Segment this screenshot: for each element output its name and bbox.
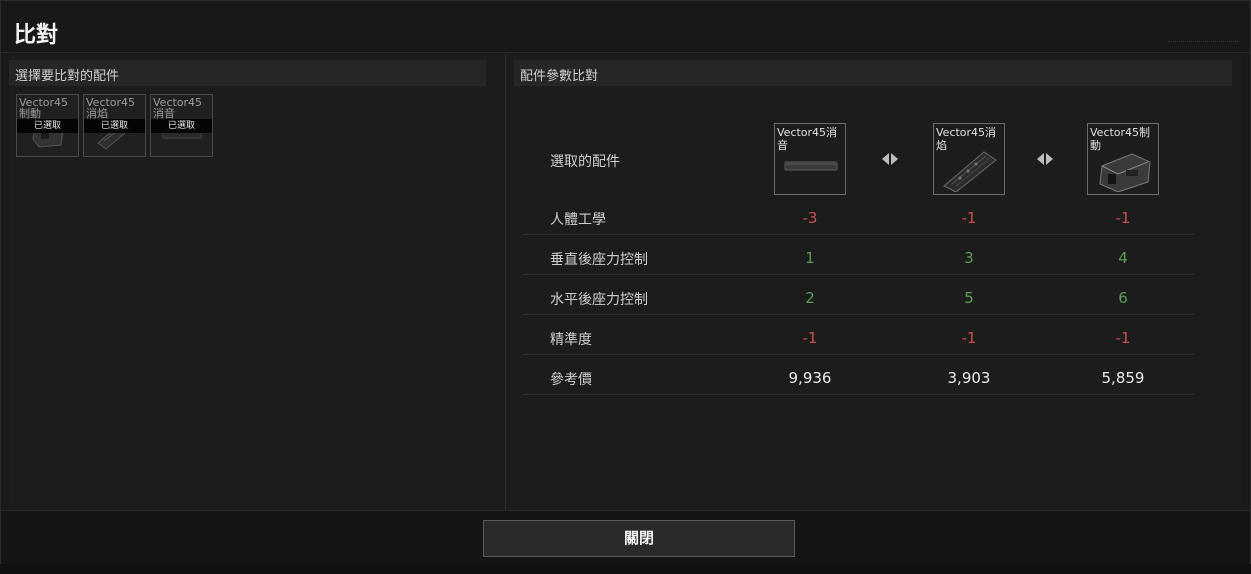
stat-label-ergonomics: 人體工學 xyxy=(550,212,606,228)
title-decoration xyxy=(1168,41,1238,45)
compare-card-flash-hider: Vector45消焰 xyxy=(933,123,1005,195)
dialog-footer: 關閉 xyxy=(1,510,1250,565)
stat-value: 4 xyxy=(1118,249,1128,267)
row-divider xyxy=(522,394,1194,395)
dialog-title: 比對 xyxy=(14,23,59,48)
stat-value: 5 xyxy=(964,289,974,307)
price-value: 3,903 xyxy=(947,369,991,387)
swap-arrows-icon xyxy=(882,153,898,165)
stat-value: 1 xyxy=(805,249,815,267)
attachment-select-panel: 選擇要比對的配件 Vector45制動 已選取 Vector45消焰 已選取 V… xyxy=(9,54,506,510)
stat-value: 6 xyxy=(1118,289,1128,307)
attachment-slot-suppressor[interactable]: Vector45消音 已選取 xyxy=(150,94,213,157)
price-value: 5,859 xyxy=(1101,369,1145,387)
stat-label-accuracy: 精準度 xyxy=(550,332,592,348)
compare-dialog: 比對 選擇要比對的配件 Vector45制動 已選取 Vector45消焰 已選… xyxy=(0,0,1251,574)
slot-name: Vector45制動 xyxy=(19,97,69,119)
selected-badge: 已選取 xyxy=(17,119,78,133)
compare-card-suppressor: Vector45消音 xyxy=(774,123,846,195)
attachment-slot-compensator[interactable]: Vector45制動 已選取 xyxy=(16,94,79,157)
slot-name: Vector45消音 xyxy=(153,97,203,119)
title-bar: 比對 xyxy=(1,1,1250,53)
stat-value: -3 xyxy=(802,209,818,227)
price-value: 9,936 xyxy=(788,369,832,387)
row-divider xyxy=(522,354,1194,355)
stat-value: -1 xyxy=(961,209,977,227)
flash-hider-icon xyxy=(943,151,997,192)
compensator-icon xyxy=(1099,153,1151,192)
swap-arrows-icon xyxy=(1037,153,1053,165)
suppressor-icon xyxy=(784,161,838,171)
row-divider xyxy=(522,314,1194,315)
stat-value: 2 xyxy=(805,289,815,307)
attachment-slot-flash-hider[interactable]: Vector45消焰 已選取 xyxy=(83,94,146,157)
stat-label-vertical-recoil: 垂直後座力控制 xyxy=(550,252,648,268)
selected-attachments-label: 選取的配件 xyxy=(550,154,620,170)
comparison-section-header: 配件參數比對 xyxy=(514,60,1232,86)
slot-name: Vector45消焰 xyxy=(86,97,136,119)
selected-badge: 已選取 xyxy=(151,119,212,133)
comparison-panel: 配件參數比對 選取的配件 Vector45消音 Vector45消焰 Vecto… xyxy=(506,54,1241,510)
close-button[interactable]: 關閉 xyxy=(483,520,795,557)
row-divider xyxy=(522,234,1194,235)
compare-card-compensator: Vector45制動 xyxy=(1087,123,1159,195)
stat-value: -1 xyxy=(1115,209,1131,227)
stat-value: -1 xyxy=(802,329,818,347)
background-strip xyxy=(0,564,1251,574)
stat-label-horizontal-recoil: 水平後座力控制 xyxy=(550,292,648,308)
selected-badge: 已選取 xyxy=(84,119,145,133)
stat-value: -1 xyxy=(961,329,977,347)
row-divider xyxy=(522,274,1194,275)
select-section-header: 選擇要比對的配件 xyxy=(9,60,486,86)
stat-value: -1 xyxy=(1115,329,1131,347)
stat-value: 3 xyxy=(964,249,974,267)
stat-label-reference-price: 參考價 xyxy=(550,372,592,388)
